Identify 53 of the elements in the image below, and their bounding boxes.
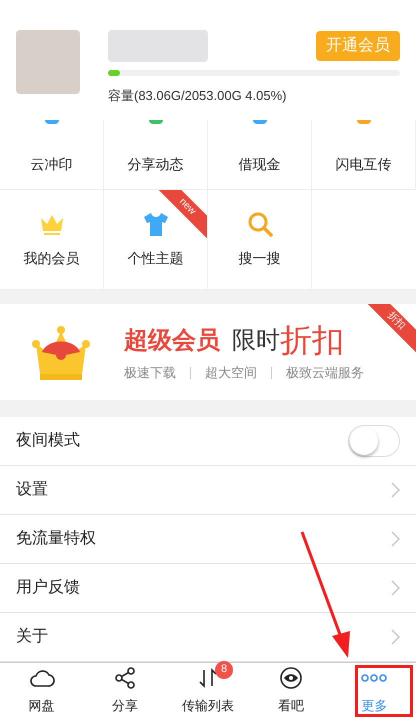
settings-row[interactable]: 用户反馈 [0,564,416,614]
tab-bar-item[interactable]: 网盘 [0,663,84,717]
feature-tile[interactable]: 搜一搜 [208,190,312,290]
feature-tile[interactable]: 闪电互传 [312,120,416,190]
settings-label: 免流量特权 [16,528,96,550]
feature-label: 我的会员 [24,248,80,268]
annotation-highlight-box [355,665,413,717]
icon-fragment-icon [44,120,58,124]
share-icon [112,666,137,690]
feature-label: 云冲印 [30,154,72,174]
banner-feature: 极致云端服务 [286,364,364,382]
feature-label: 借现金 [238,154,280,174]
more-dots-icon [361,674,388,682]
banner-feature: 超大空间 [205,364,257,382]
discount-ribbon: 折扣 [366,304,416,354]
chevron-right-icon [391,531,400,548]
icon-fragment-icon [252,120,266,124]
feature-label: 搜一搜 [238,248,280,268]
settings-label: 关于 [16,626,48,648]
feature-tile[interactable]: 我的会员 [0,190,104,290]
search-icon [246,210,274,238]
settings-row[interactable]: 夜间模式 [0,417,416,466]
icon-fragment-icon [148,120,162,124]
banner-feature: 极速下载 [124,364,176,382]
tab-bar-item[interactable]: 看吧 [250,663,333,717]
chevron-right-icon [391,580,400,596]
banner-discount: 折扣 [280,321,344,360]
feature-tile[interactable]: 分享动态 [104,120,208,190]
tab-bar-item[interactable]: 8 传输列表 [166,663,250,717]
vip-banner[interactable]: 超级会员 限时折扣 极速下载 超大空间 极致云端服务 折扣 [0,304,416,400]
feature-label: 分享动态 [128,154,184,174]
settings-label: 设置 [16,480,48,500]
settings-label: 用户反馈 [16,578,80,598]
feature-label: 个性主题 [128,248,184,268]
settings-row[interactable]: 免流量特权 [0,515,416,564]
avatar-placeholder [16,30,80,94]
settings-row[interactable]: 设置 [0,466,416,516]
storage-label: 容量(83.06G/2053.00G 4.05%) [108,87,288,105]
banner-title: 超级会员 [124,326,220,356]
icon-fragment-icon [356,120,370,124]
eye-icon [279,666,304,690]
tab-bar-item[interactable]: 分享 [83,663,166,717]
settings-label: 夜间模式 [16,430,80,452]
feature-label: 闪电互传 [336,154,392,174]
new-ribbon: new [157,190,207,240]
notification-badge: 8 [215,660,233,678]
banner-subtitle: 限时 [232,326,280,356]
feature-tile[interactable]: 云冲印 [0,120,104,190]
feature-tile[interactable]: 借现金 [208,120,312,190]
chevron-right-icon [391,629,400,646]
feature-tile[interactable]: 个性主题 new [104,190,208,290]
chevron-right-icon [391,482,400,498]
night-mode-toggle[interactable] [348,425,400,458]
